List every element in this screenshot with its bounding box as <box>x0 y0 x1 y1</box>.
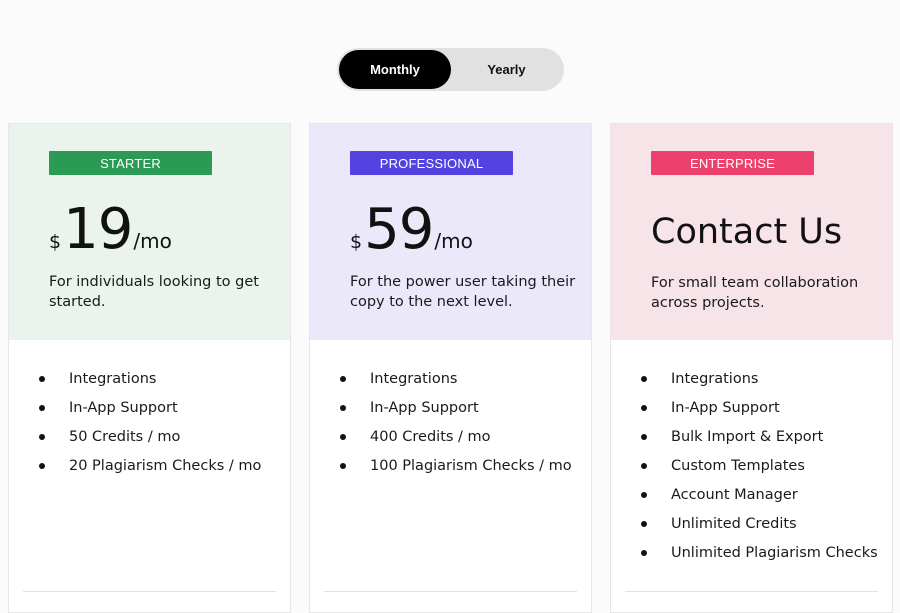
feature-list: Integrations In-App Support 400 Credits … <box>340 364 572 480</box>
plan-card-starter: STARTER $ 19 /mo For individuals looking… <box>8 123 291 613</box>
plan-header: STARTER $ 19 /mo For individuals looking… <box>9 124 290 340</box>
feature-item: Unlimited Credits <box>641 509 878 538</box>
bullet-icon <box>340 433 346 440</box>
feature-list: Integrations In-App Support Bulk Import … <box>641 364 878 567</box>
feature-label: Custom Templates <box>671 457 805 474</box>
feature-item: Unlimited Plagiarism Checks <box>641 538 878 567</box>
plan-price: $ 59 /mo <box>350 198 473 262</box>
price-period: /mo <box>434 229 473 253</box>
plan-description: For the power user taking their copy to … <box>350 274 576 310</box>
feature-item: 50 Credits / mo <box>39 422 261 451</box>
feature-item: In-App Support <box>641 393 878 422</box>
feature-label: 100 Plagiarism Checks / mo <box>370 457 572 474</box>
feature-item: Bulk Import & Export <box>641 422 878 451</box>
price-period: /mo <box>133 229 172 253</box>
price-currency: $ <box>350 231 363 253</box>
price-amount: 59 <box>364 197 434 262</box>
plan-description: For individuals looking to get started. <box>49 274 259 310</box>
monthly-toggle-button[interactable]: Monthly <box>339 50 451 89</box>
card-divider <box>324 591 577 592</box>
feature-label: Integrations <box>69 370 157 387</box>
bullet-icon <box>641 549 647 556</box>
bullet-icon <box>340 375 346 382</box>
plan-badge: ENTERPRISE <box>651 151 814 175</box>
bullet-icon <box>39 462 45 469</box>
feature-item: Integrations <box>340 364 572 393</box>
feature-item: Account Manager <box>641 480 878 509</box>
feature-label: In-App Support <box>370 399 479 416</box>
card-divider <box>23 591 276 592</box>
feature-item: Integrations <box>641 364 878 393</box>
contact-us-heading: Contact Us <box>651 212 843 252</box>
plan-card-enterprise: ENTERPRISE Contact Us For small team col… <box>610 123 893 613</box>
feature-item: In-App Support <box>39 393 261 422</box>
bullet-icon <box>39 375 45 382</box>
feature-item: 400 Credits / mo <box>340 422 572 451</box>
plan-badge: PROFESSIONAL <box>350 151 513 175</box>
price-amount: 19 <box>63 197 133 262</box>
feature-label: In-App Support <box>69 399 178 416</box>
plan-badge: STARTER <box>49 151 212 175</box>
bullet-icon <box>340 462 346 469</box>
bullet-icon <box>39 404 45 411</box>
feature-label: 400 Credits / mo <box>370 428 491 445</box>
bullet-icon <box>641 404 647 411</box>
feature-label: Account Manager <box>671 486 798 503</box>
feature-label: Unlimited Credits <box>671 515 797 532</box>
feature-label: In-App Support <box>671 399 780 416</box>
plan-price: $ 19 /mo <box>49 198 172 262</box>
bullet-icon <box>39 433 45 440</box>
yearly-toggle-button[interactable]: Yearly <box>451 50 562 89</box>
feature-item: Custom Templates <box>641 451 878 480</box>
feature-label: Integrations <box>370 370 458 387</box>
feature-list: Integrations In-App Support 50 Credits /… <box>39 364 261 480</box>
billing-toggle[interactable]: Monthly Yearly <box>337 48 564 91</box>
feature-item: Integrations <box>39 364 261 393</box>
feature-label: 50 Credits / mo <box>69 428 181 445</box>
feature-label: 20 Plagiarism Checks / mo <box>69 457 262 474</box>
feature-label: Integrations <box>671 370 759 387</box>
bullet-icon <box>641 491 647 498</box>
price-currency: $ <box>49 231 62 253</box>
plan-description: For small team collaboration across proj… <box>651 275 859 311</box>
bullet-icon <box>641 375 647 382</box>
bullet-icon <box>641 462 647 469</box>
feature-label: Bulk Import & Export <box>671 428 824 445</box>
card-divider <box>625 591 878 592</box>
plan-header: PROFESSIONAL $ 59 /mo For the power user… <box>310 124 591 340</box>
bullet-icon <box>340 404 346 411</box>
plan-header: ENTERPRISE Contact Us For small team col… <box>611 124 892 340</box>
feature-item: 100 Plagiarism Checks / mo <box>340 451 572 480</box>
plan-card-professional: PROFESSIONAL $ 59 /mo For the power user… <box>309 123 592 613</box>
feature-label: Unlimited Plagiarism Checks <box>671 544 878 561</box>
bullet-icon <box>641 520 647 527</box>
bullet-icon <box>641 433 647 440</box>
feature-item: 20 Plagiarism Checks / mo <box>39 451 261 480</box>
feature-item: In-App Support <box>340 393 572 422</box>
